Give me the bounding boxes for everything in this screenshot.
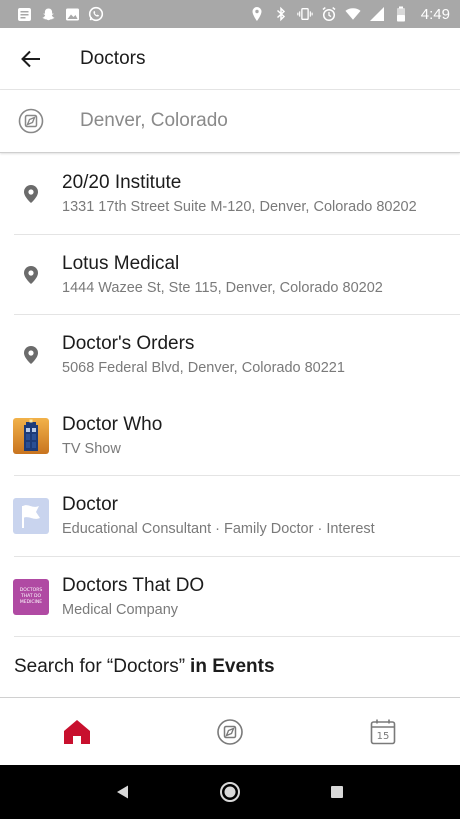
compass-icon <box>18 108 44 134</box>
location-icon <box>249 6 265 22</box>
compass-icon-wrap <box>0 107 62 135</box>
bluetooth-icon <box>273 6 289 22</box>
system-home-button[interactable] <box>210 772 250 812</box>
compass-icon <box>217 719 243 745</box>
dtd-logo-thumbnail: DOCTORS THAT DO MEDICINE <box>13 578 49 615</box>
home-icon <box>63 720 90 744</box>
flag-thumbnail <box>13 498 49 535</box>
search-in-events-link[interactable]: Search for “Doctors” in Events <box>0 636 460 698</box>
result-subtitle: 1444 Wazee St, Ste 115, Denver, Colorado… <box>62 279 383 296</box>
result-title: Doctors That DO <box>62 574 205 596</box>
wifi-icon <box>345 6 361 22</box>
vibrate-icon <box>297 6 313 22</box>
app-header: Doctors <box>0 28 460 90</box>
circle-home-icon <box>219 782 240 802</box>
list-item[interactable]: Doctor Educational Consultant · Family D… <box>0 476 460 557</box>
location-text: Denver, Colorado <box>80 110 228 131</box>
arrow-left-icon <box>21 50 40 67</box>
logo-text: MEDICINE <box>19 599 43 605</box>
back-button[interactable] <box>0 28 62 90</box>
system-nav-bar <box>0 765 460 819</box>
list-item[interactable]: Doctor Who TV Show <box>0 396 460 477</box>
result-subtitle: 5068 Federal Blvd, Denver, Colorado 8022… <box>62 360 345 377</box>
list-item[interactable]: DOCTORS THAT DO MEDICINE Doctors That DO… <box>0 557 460 638</box>
result-subtitle: 1331 17th Street Suite M-120, Denver, Co… <box>62 199 417 216</box>
location-search-bar[interactable]: Denver, Colorado <box>0 90 460 153</box>
bottom-nav: 15 <box>0 699 460 765</box>
alarm-icon <box>321 6 337 22</box>
signal-icon <box>369 6 385 22</box>
results-list: 20/20 Institute 1331 17th Street Suite M… <box>0 154 460 637</box>
search-events-prefix: Search for “Doctors” <box>14 655 186 677</box>
snapchat-icon <box>40 6 56 22</box>
result-title: Doctor's Orders <box>62 333 195 355</box>
list-item[interactable]: 20/20 Institute 1331 17th Street Suite M… <box>0 154 460 235</box>
triangle-back-icon <box>117 785 129 799</box>
list-item[interactable]: Lotus Medical 1444 Wazee St, Ste 115, De… <box>0 235 460 316</box>
result-title: Doctor <box>62 494 118 516</box>
status-right-icons: 4:49 <box>249 6 450 23</box>
location-pin-icon <box>24 346 38 365</box>
nav-explore[interactable] <box>190 699 270 765</box>
list-item[interactable]: Doctor's Orders 5068 Federal Blvd, Denve… <box>0 315 460 396</box>
flag-icon <box>22 505 40 529</box>
whatsapp-icon <box>88 6 104 22</box>
status-bar: 4:49 <box>0 0 460 28</box>
gallery-icon <box>64 6 80 22</box>
result-subtitle: Educational Consultant · Family Doctor ·… <box>62 521 375 538</box>
calendar-day: 15 <box>377 731 390 742</box>
status-time: 4:49 <box>420 5 450 23</box>
search-events-suffix: in Events <box>190 655 275 677</box>
system-back-button[interactable] <box>103 772 143 812</box>
result-title: Lotus Medical <box>62 252 180 274</box>
result-subtitle: Medical Company <box>62 601 179 618</box>
page-title: Doctors <box>80 47 146 69</box>
system-recents-button[interactable] <box>317 772 357 812</box>
result-subtitle: TV Show <box>62 440 121 457</box>
status-left-icons <box>16 6 104 22</box>
notification-icon <box>16 6 32 22</box>
location-pin-icon <box>24 185 38 204</box>
calendar-icon: 15 <box>371 719 396 745</box>
result-title: 20/20 Institute <box>62 172 182 194</box>
battery-icon <box>393 6 409 22</box>
nav-home[interactable] <box>37 699 117 765</box>
tardis-thumbnail <box>13 417 49 454</box>
result-title: Doctor Who <box>62 413 163 435</box>
square-recents-icon <box>330 786 343 798</box>
location-pin-icon <box>24 265 38 284</box>
nav-calendar[interactable]: 15 <box>343 699 423 765</box>
